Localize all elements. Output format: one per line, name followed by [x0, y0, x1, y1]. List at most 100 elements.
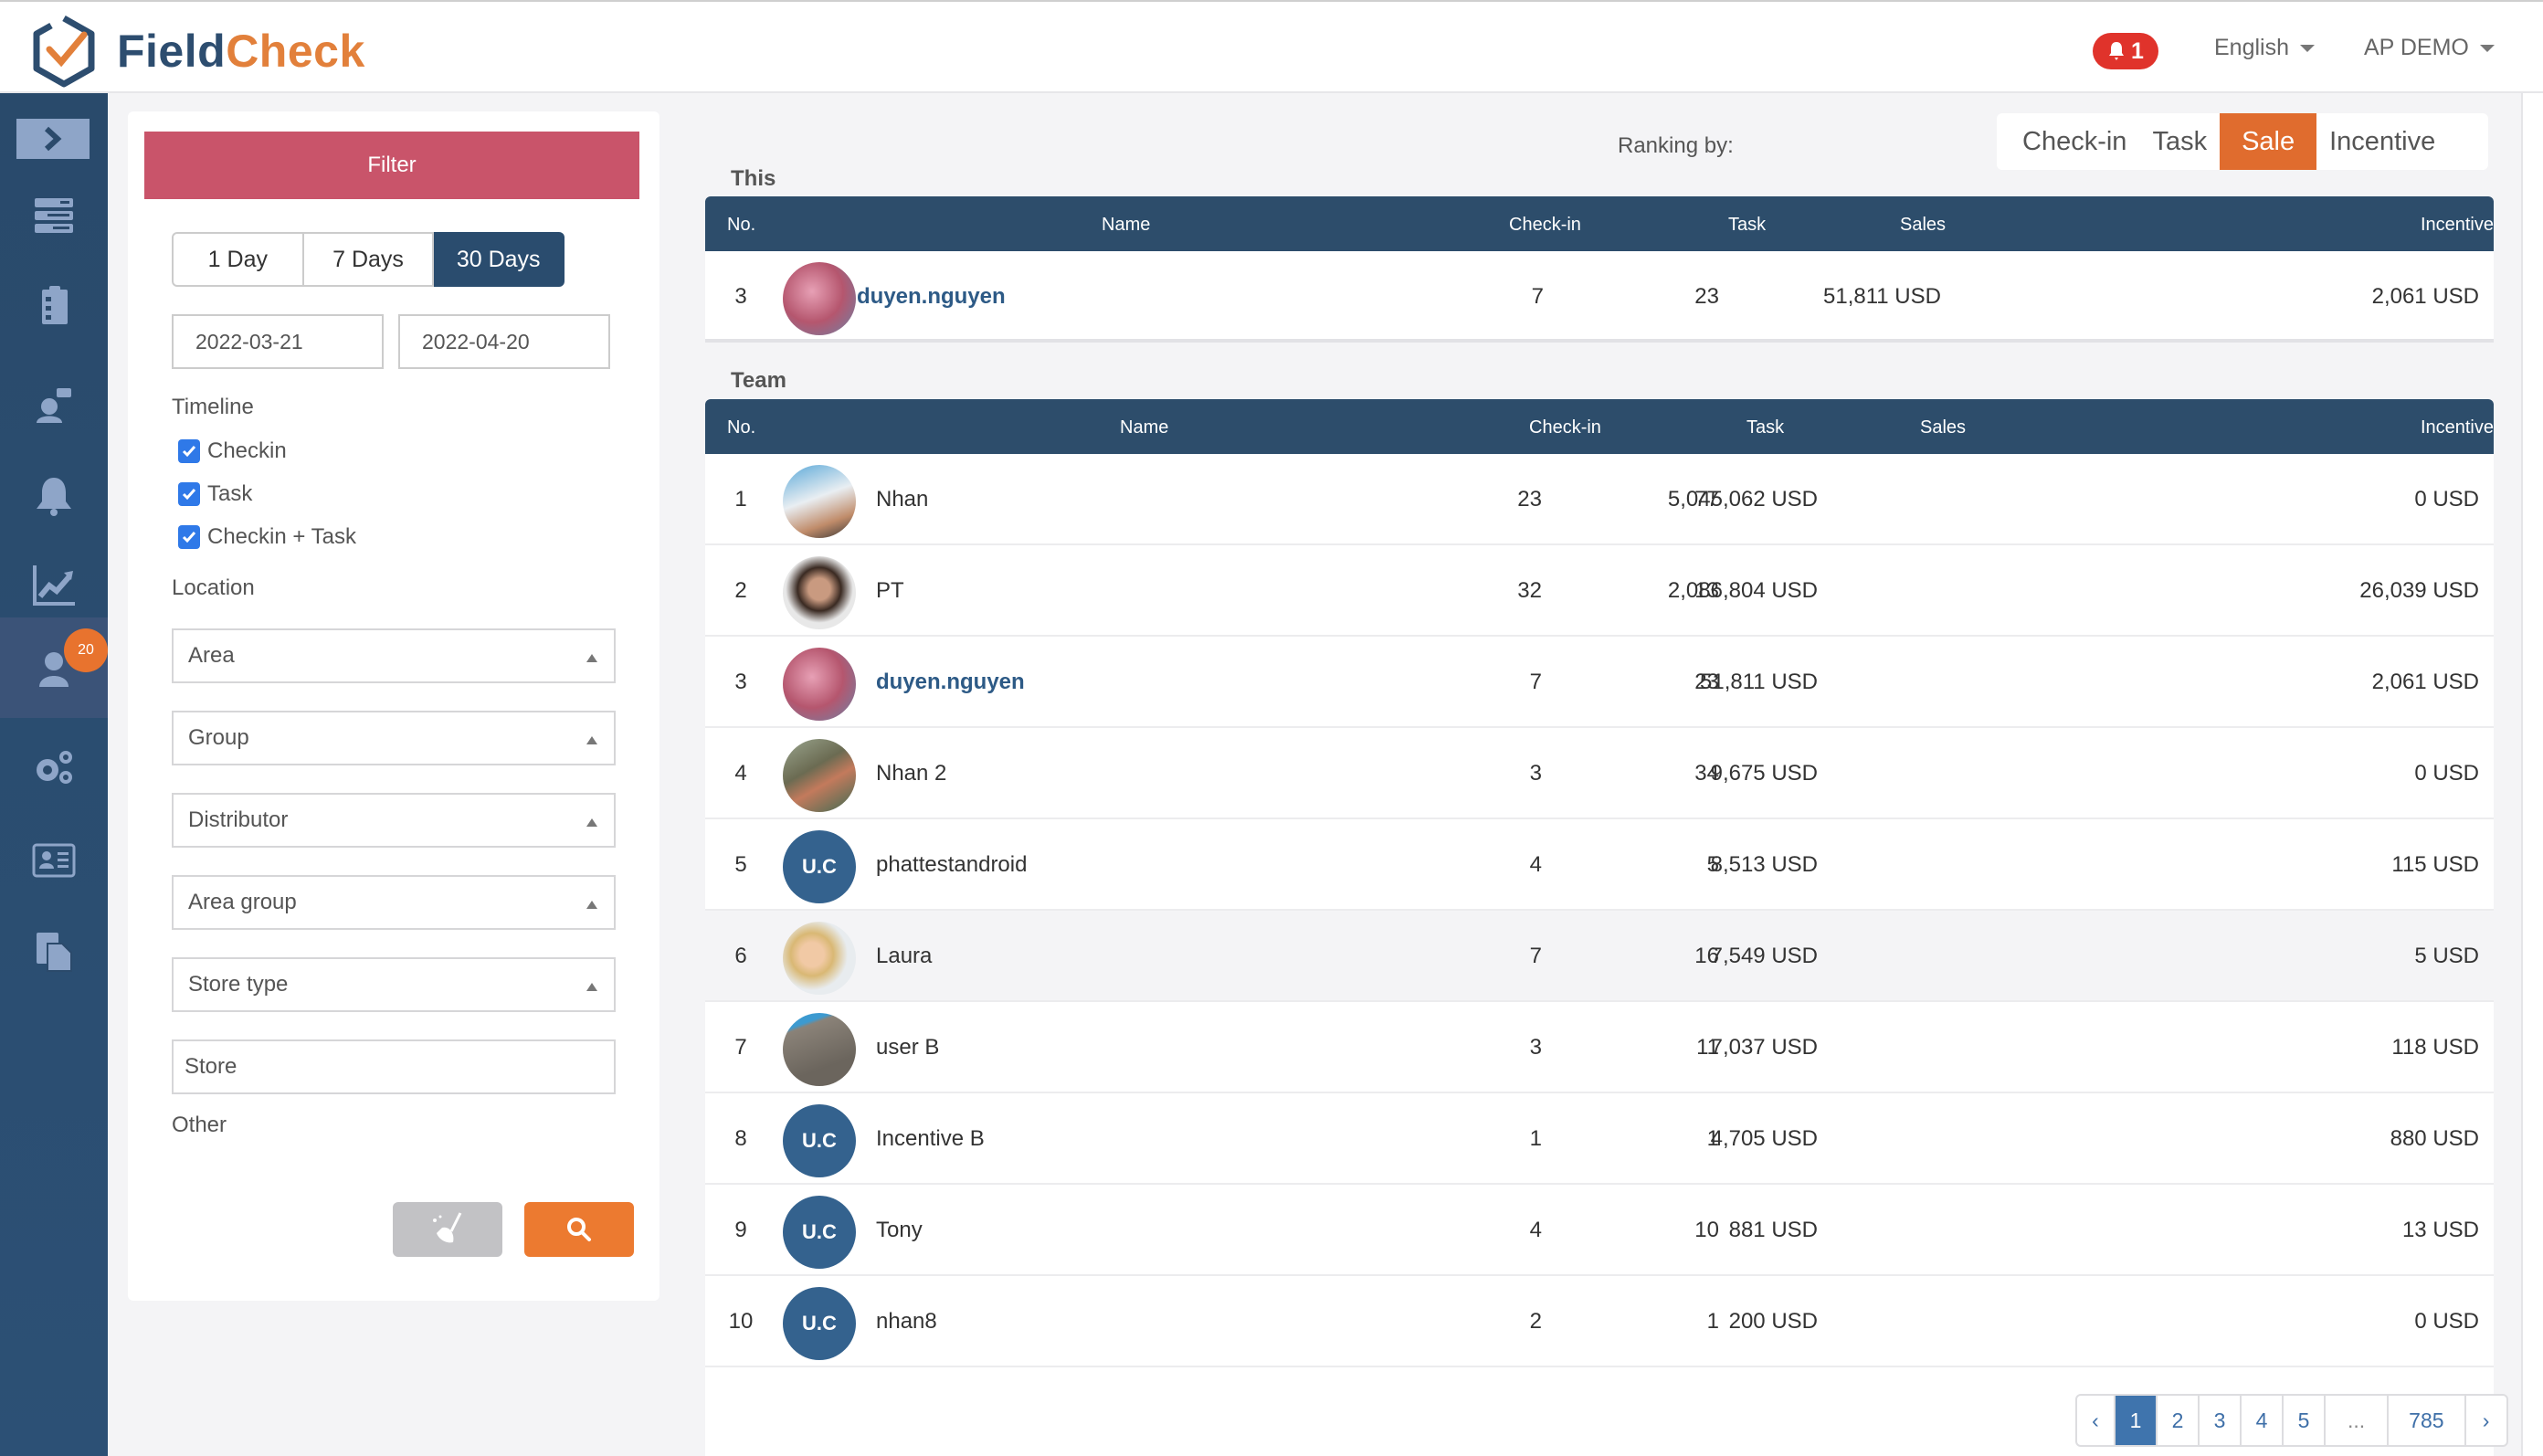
row-no: 3 — [734, 284, 747, 309]
row-sales: 7,037 USD — [1710, 1035, 1818, 1060]
row-name[interactable]: Nhan 2 — [876, 761, 946, 786]
ranking-label: Ranking by: — [1618, 133, 1734, 158]
sidebar-item-notifications[interactable] — [0, 449, 108, 541]
row-name[interactable]: phattestandroid — [876, 852, 1027, 878]
row-name[interactable]: Incentive B — [876, 1126, 985, 1152]
date-range-toggle: 1 Day 7 Days 30 Days — [172, 232, 565, 287]
table-row[interactable]: 6 Laura 7 16 7,549 USD 5 USD — [705, 911, 2494, 1002]
store-type-select[interactable]: Store type — [172, 957, 616, 1012]
table-row[interactable]: 3 duyen.nguyen 7 23 51,811 USD 2,061 USD — [705, 637, 2494, 728]
row-sales: 4,705 USD — [1710, 1126, 1818, 1151]
page-1-button[interactable]: 1 — [2114, 1396, 2156, 1445]
col-incentive: Incentive — [2420, 215, 2494, 235]
table-row[interactable]: 4 Nhan 2 3 34 9,675 USD 0 USD — [705, 728, 2494, 819]
area-select[interactable]: Area — [172, 628, 616, 683]
page-scrollbar[interactable] — [2521, 93, 2543, 1456]
notification-count: 1 — [2131, 37, 2144, 64]
distributor-select[interactable]: Distributor — [172, 793, 616, 848]
notification-button[interactable]: 1 — [2093, 33, 2158, 69]
next-page-button[interactable]: › — [2464, 1396, 2506, 1445]
table-row[interactable]: 10 U.C nhan8 2 1 200 USD 0 USD — [705, 1276, 2494, 1367]
fieldcheck-logo-icon — [33, 15, 95, 88]
row-name[interactable]: user B — [876, 1035, 939, 1060]
row-name[interactable]: nhan8 — [876, 1309, 937, 1335]
table-row[interactable]: 9 U.C Tony 4 10 881 USD 13 USD — [705, 1185, 2494, 1276]
checkin-checkbox[interactable]: Checkin — [178, 438, 287, 464]
avatar-placeholder: U.C — [783, 1104, 856, 1177]
tab-checkin[interactable]: Check-in — [2010, 113, 2139, 170]
range-30-days-button[interactable]: 30 Days — [434, 232, 565, 287]
row-checkin: 4 — [1529, 1218, 1542, 1242]
avatar — [783, 556, 856, 629]
sidebar-item-users[interactable]: 20 — [0, 617, 108, 718]
checkin-task-checkbox[interactable]: Checkin + Task — [178, 524, 356, 550]
sidebar-item-reports[interactable] — [0, 539, 108, 630]
row-sales: 2,086,804 USD — [1667, 578, 1818, 603]
group-select[interactable]: Group — [172, 711, 616, 765]
area-group-select[interactable]: Area group — [172, 875, 616, 930]
row-checkin: 7 — [1529, 670, 1542, 694]
table-row[interactable]: 7 user B 3 11 7,037 USD 118 USD — [705, 1002, 2494, 1093]
sidebar-item-chat[interactable] — [0, 358, 108, 449]
page-last-button[interactable]: 785 — [2387, 1396, 2464, 1445]
bell-icon — [2109, 42, 2125, 60]
sidebar-item-documents[interactable] — [0, 906, 108, 997]
table-row[interactable]: 8 U.C Incentive B 1 1 4,705 USD 880 USD — [705, 1093, 2494, 1185]
broom-icon — [433, 1212, 462, 1243]
sidebar: 20 — [0, 93, 108, 1456]
avatar-placeholder: U.C — [783, 830, 856, 903]
page-5-button[interactable]: 5 — [2282, 1396, 2324, 1445]
table-row[interactable]: 1 Nhan 23 77 5,045,062 USD 0 USD — [705, 454, 2494, 545]
row-no: 1 — [734, 487, 747, 512]
account-dropdown[interactable]: AP DEMO — [2364, 35, 2495, 61]
avatar-placeholder: U.C — [783, 1287, 856, 1360]
range-7-days-button[interactable]: 7 Days — [303, 232, 435, 287]
this-table-row[interactable]: 3 duyen.nguyen 7 23 51,811 USD 2,061 USD — [705, 251, 2494, 343]
caret-up-icon — [586, 654, 597, 662]
sidebar-toggle-button[interactable] — [16, 119, 90, 159]
page-3-button[interactable]: 3 — [2198, 1396, 2240, 1445]
task-checkbox[interactable]: Task — [178, 481, 252, 507]
table-row[interactable]: 5 U.C phattestandroid 4 5 8,513 USD 115 USD — [705, 819, 2494, 911]
date-from-input[interactable]: 2022-03-21 — [172, 314, 384, 369]
range-1-day-button[interactable]: 1 Day — [172, 232, 304, 287]
language-dropdown[interactable]: English — [2214, 35, 2315, 61]
row-incentive: 26,039 USD — [2359, 578, 2479, 603]
row-name[interactable]: PT — [876, 578, 904, 604]
search-button[interactable] — [524, 1202, 634, 1257]
page-4-button[interactable]: 4 — [2240, 1396, 2282, 1445]
store-placeholder: Store — [185, 1054, 237, 1079]
row-sales: 200 USD — [1728, 1309, 1818, 1334]
row-sales: 8,513 USD — [1710, 852, 1818, 877]
clear-filter-button[interactable] — [393, 1202, 502, 1257]
avatar-placeholder: U.C — [783, 1196, 856, 1269]
row-name[interactable]: duyen.nguyen — [857, 284, 1006, 310]
distributor-select-label: Distributor — [188, 807, 289, 832]
sidebar-item-settings[interactable] — [0, 722, 108, 813]
sidebar-item-list[interactable] — [0, 170, 108, 261]
col-sales: Sales — [1900, 215, 1947, 235]
team-table-header: No. Name Check-in Task Sales Incentive — [705, 399, 2494, 454]
logo[interactable]: FieldCheck — [31, 15, 365, 88]
prev-page-button[interactable]: ‹ — [2077, 1396, 2114, 1445]
sidebar-item-checklist[interactable] — [0, 259, 108, 351]
row-name[interactable]: Laura — [876, 944, 932, 969]
store-input[interactable]: Store — [172, 1039, 616, 1094]
tab-incentive[interactable]: Incentive — [2316, 113, 2448, 170]
col-sales: Sales — [1920, 417, 1967, 438]
row-name[interactable]: Tony — [876, 1218, 923, 1243]
date-to-input[interactable]: 2022-04-20 — [398, 314, 610, 369]
ranking-tabs: Check-in Task Sale Incentive — [1997, 113, 2488, 170]
search-icon — [567, 1218, 591, 1241]
page-ellipsis: ... — [2324, 1396, 2387, 1445]
tab-task[interactable]: Task — [2139, 113, 2220, 170]
page-2-button[interactable]: 2 — [2156, 1396, 2198, 1445]
table-row[interactable]: 2 PT 32 13 2,086,804 USD 26,039 USD — [705, 545, 2494, 637]
row-name[interactable]: duyen.nguyen — [876, 670, 1025, 695]
col-checkin: Check-in — [1509, 215, 1581, 235]
tab-sale[interactable]: Sale — [2220, 113, 2317, 170]
row-name[interactable]: Nhan — [876, 487, 928, 512]
row-no: 5 — [734, 852, 747, 877]
row-no: 9 — [734, 1218, 747, 1242]
sidebar-item-contacts[interactable] — [0, 815, 108, 906]
